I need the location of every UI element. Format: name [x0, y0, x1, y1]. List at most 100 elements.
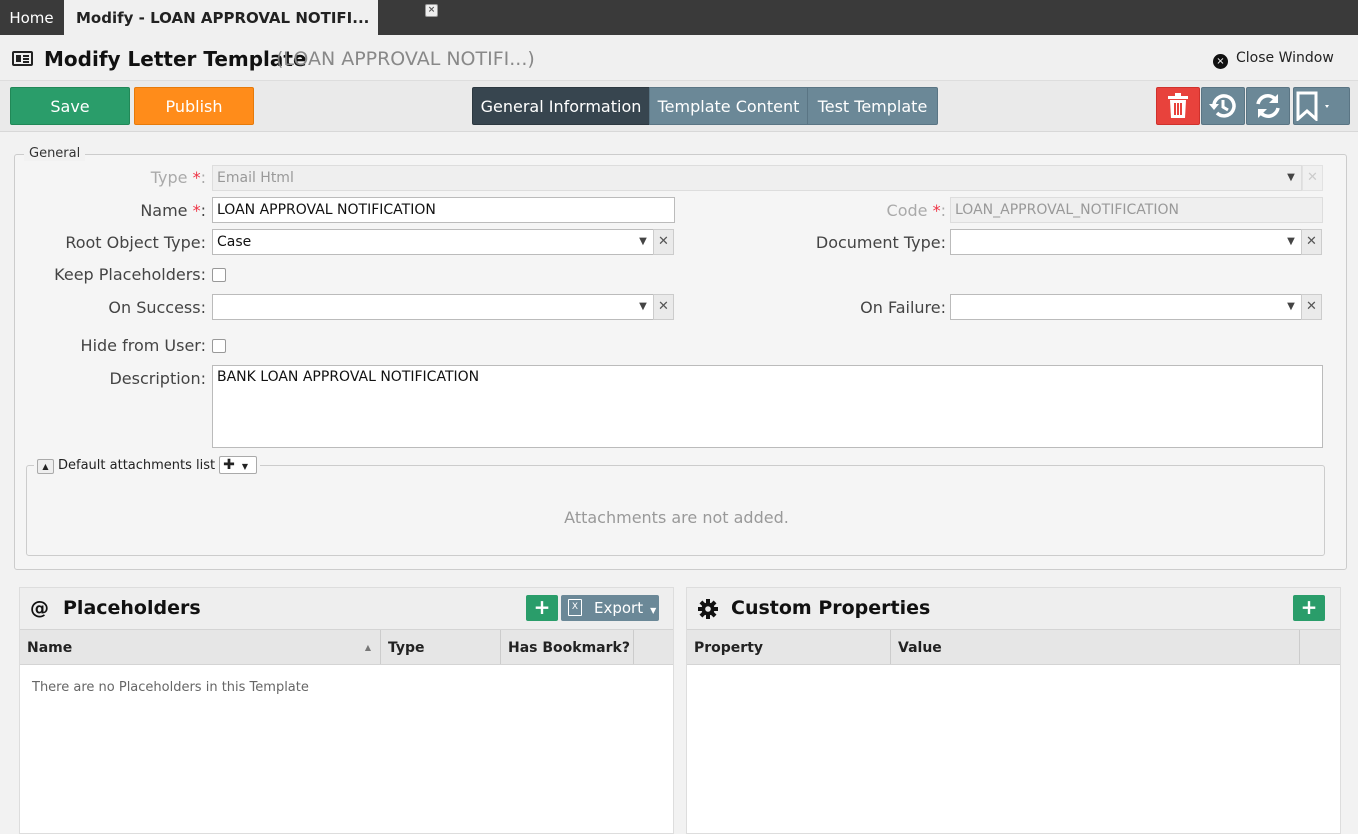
add-placeholder-plus-icon: + — [533, 595, 551, 619]
history-button[interactable] — [1201, 87, 1245, 125]
keep-placeholders-label: Keep Placeholders: — [54, 265, 206, 284]
type-value: Email Html — [217, 170, 294, 186]
attachments-legend: ▲ Default attachments list ✚ ▼ — [34, 456, 261, 474]
root-clear-icon[interactable]: ✕ — [653, 229, 674, 255]
caret-down-icon: ▼ — [241, 462, 249, 471]
tab-general-information[interactable]: General Information — [472, 87, 650, 125]
page-header: Modify Letter Template (LOAN APPROVAL NO… — [0, 35, 1358, 81]
on-success-label: On Success: — [108, 298, 206, 317]
code-label-colon: : — [940, 201, 946, 220]
hide-from-user-label: Hide from User: — [80, 336, 206, 355]
general-legend: General — [24, 146, 86, 161]
delete-button[interactable] — [1156, 87, 1200, 125]
trash-icon — [1168, 93, 1188, 118]
name-label-colon: : — [200, 201, 206, 220]
description-label: Description: — [109, 369, 206, 388]
collapse-chevron-up-icon[interactable]: ▲ — [37, 459, 54, 474]
bookmark-icon — [1296, 91, 1329, 121]
code-label-text: Code — [886, 201, 928, 220]
on-success-select[interactable]: ▼ — [212, 294, 654, 320]
publish-button[interactable]: Publish — [134, 87, 254, 125]
placeholders-empty-message: There are no Placeholders in this Templa… — [32, 680, 309, 695]
plus-icon: ✚ — [223, 457, 235, 473]
add-custom-property-button[interactable]: + — [1293, 595, 1325, 621]
code-input[interactable]: LOAN_APPROVAL_NOTIFICATION — [950, 197, 1323, 223]
column-header-property[interactable]: Property — [687, 630, 891, 664]
type-label: Type *: — [40, 168, 206, 187]
type-clear-icon[interactable]: ✕ — [1302, 165, 1323, 191]
export-label: Export — [594, 599, 644, 617]
close-window-label: Close Window — [1236, 50, 1334, 66]
doctype-chevron-down-icon: ▼ — [1287, 236, 1295, 247]
close-window-button[interactable]: × Close Window — [1213, 50, 1334, 69]
placeholders-header: @ Placeholders + X Export ▼ — [20, 588, 673, 629]
toolbar: Save Publish General Information Templat… — [0, 81, 1358, 132]
type-chevron-down-icon: ▼ — [1287, 172, 1295, 183]
root-object-type-label: Root Object Type: — [65, 233, 206, 252]
custom-properties-header: Custom Properties + — [687, 588, 1340, 629]
tab-modify-template[interactable]: Modify - LOAN APPROVAL NOTIFI... × — [64, 0, 438, 35]
add-attachment-dropdown[interactable]: ✚ ▼ — [219, 456, 258, 474]
on-failure-select[interactable]: ▼ — [950, 294, 1302, 320]
name-label-text: Name — [140, 201, 188, 220]
name-label: Name *: — [40, 201, 206, 220]
refresh-button[interactable] — [1246, 87, 1290, 125]
attachments-fieldset: Attachments are not added. — [26, 465, 1325, 556]
on-failure-label: On Failure: — [860, 298, 946, 317]
hide-from-user-checkbox[interactable] — [212, 339, 226, 353]
success-chevron-down-icon: ▼ — [639, 301, 647, 312]
placeholders-title: Placeholders — [63, 597, 201, 619]
placeholders-panel: @ Placeholders + X Export ▼ Name ▲ Type H… — [19, 587, 674, 834]
type-label-colon: : — [200, 168, 206, 187]
custom-properties-panel: Custom Properties + Property Value — [686, 587, 1341, 834]
add-custom-property-plus-icon: + — [1300, 595, 1318, 619]
export-dropdown-button[interactable]: X Export ▼ — [561, 595, 659, 621]
refresh-icon — [1256, 94, 1280, 118]
description-textarea[interactable]: BANK LOAN APPROVAL NOTIFICATION — [212, 365, 1323, 448]
name-required-mark: * — [192, 201, 201, 220]
placeholders-table-header: Name ▲ Type Has Bookmark? — [20, 629, 673, 665]
page-subtitle: (LOAN APPROVAL NOTIFI...) — [276, 48, 535, 70]
attachments-legend-label: Default attachments list — [58, 458, 216, 473]
document-type-label: Document Type: — [815, 233, 946, 252]
root-chevron-down-icon: ▼ — [639, 236, 647, 247]
root-object-type-value: Case — [217, 234, 252, 250]
doctype-clear-icon[interactable]: ✕ — [1301, 229, 1322, 255]
newspaper-icon — [12, 51, 33, 66]
failure-clear-icon[interactable]: ✕ — [1301, 294, 1322, 320]
gear-icon — [698, 599, 718, 619]
tab-strip: Home Modify - LOAN APPROVAL NOTIFI... × — [0, 0, 1358, 35]
sort-ascending-icon: ▲ — [364, 643, 371, 652]
code-required-mark: * — [932, 201, 941, 220]
close-circle-icon: × — [1213, 54, 1228, 69]
save-button[interactable]: Save — [10, 87, 130, 125]
type-label-text: Type — [150, 168, 188, 187]
keep-placeholders-checkbox[interactable] — [212, 268, 226, 282]
code-label: Code *: — [780, 201, 946, 220]
at-icon: @ — [30, 597, 49, 619]
column-header-name[interactable]: Name ▲ — [20, 630, 381, 664]
tab-template-content[interactable]: Template Content — [649, 87, 808, 125]
root-object-type-select[interactable]: Case ▼ — [212, 229, 654, 255]
type-required-mark: * — [192, 168, 201, 187]
tab-test-template[interactable]: Test Template — [807, 87, 938, 125]
tab-home[interactable]: Home — [0, 0, 63, 35]
column-header-has-bookmark[interactable]: Has Bookmark? — [501, 630, 634, 664]
name-input[interactable]: LOAN APPROVAL NOTIFICATION — [212, 197, 675, 223]
tab-modify-label: Modify - LOAN APPROVAL NOTIFI... — [76, 9, 370, 27]
failure-chevron-down-icon: ▼ — [1287, 301, 1295, 312]
column-header-type[interactable]: Type — [381, 630, 501, 664]
bookmark-dropdown-button[interactable] — [1293, 87, 1350, 125]
attachments-empty-message: Attachments are not added. — [564, 508, 789, 527]
excel-file-icon: X — [568, 599, 582, 616]
success-clear-icon[interactable]: ✕ — [653, 294, 674, 320]
type-select[interactable]: Email Html ▼ — [212, 165, 1302, 191]
export-caret-icon: ▼ — [650, 606, 657, 615]
add-placeholder-button[interactable]: + — [526, 595, 558, 621]
column-header-value[interactable]: Value — [891, 630, 1300, 664]
page-title: Modify Letter Template — [44, 47, 307, 71]
tab-close-icon[interactable]: × — [425, 4, 438, 17]
custom-properties-title: Custom Properties — [731, 597, 931, 619]
document-type-select[interactable]: ▼ — [950, 229, 1302, 255]
custom-properties-table-header: Property Value — [687, 629, 1340, 665]
